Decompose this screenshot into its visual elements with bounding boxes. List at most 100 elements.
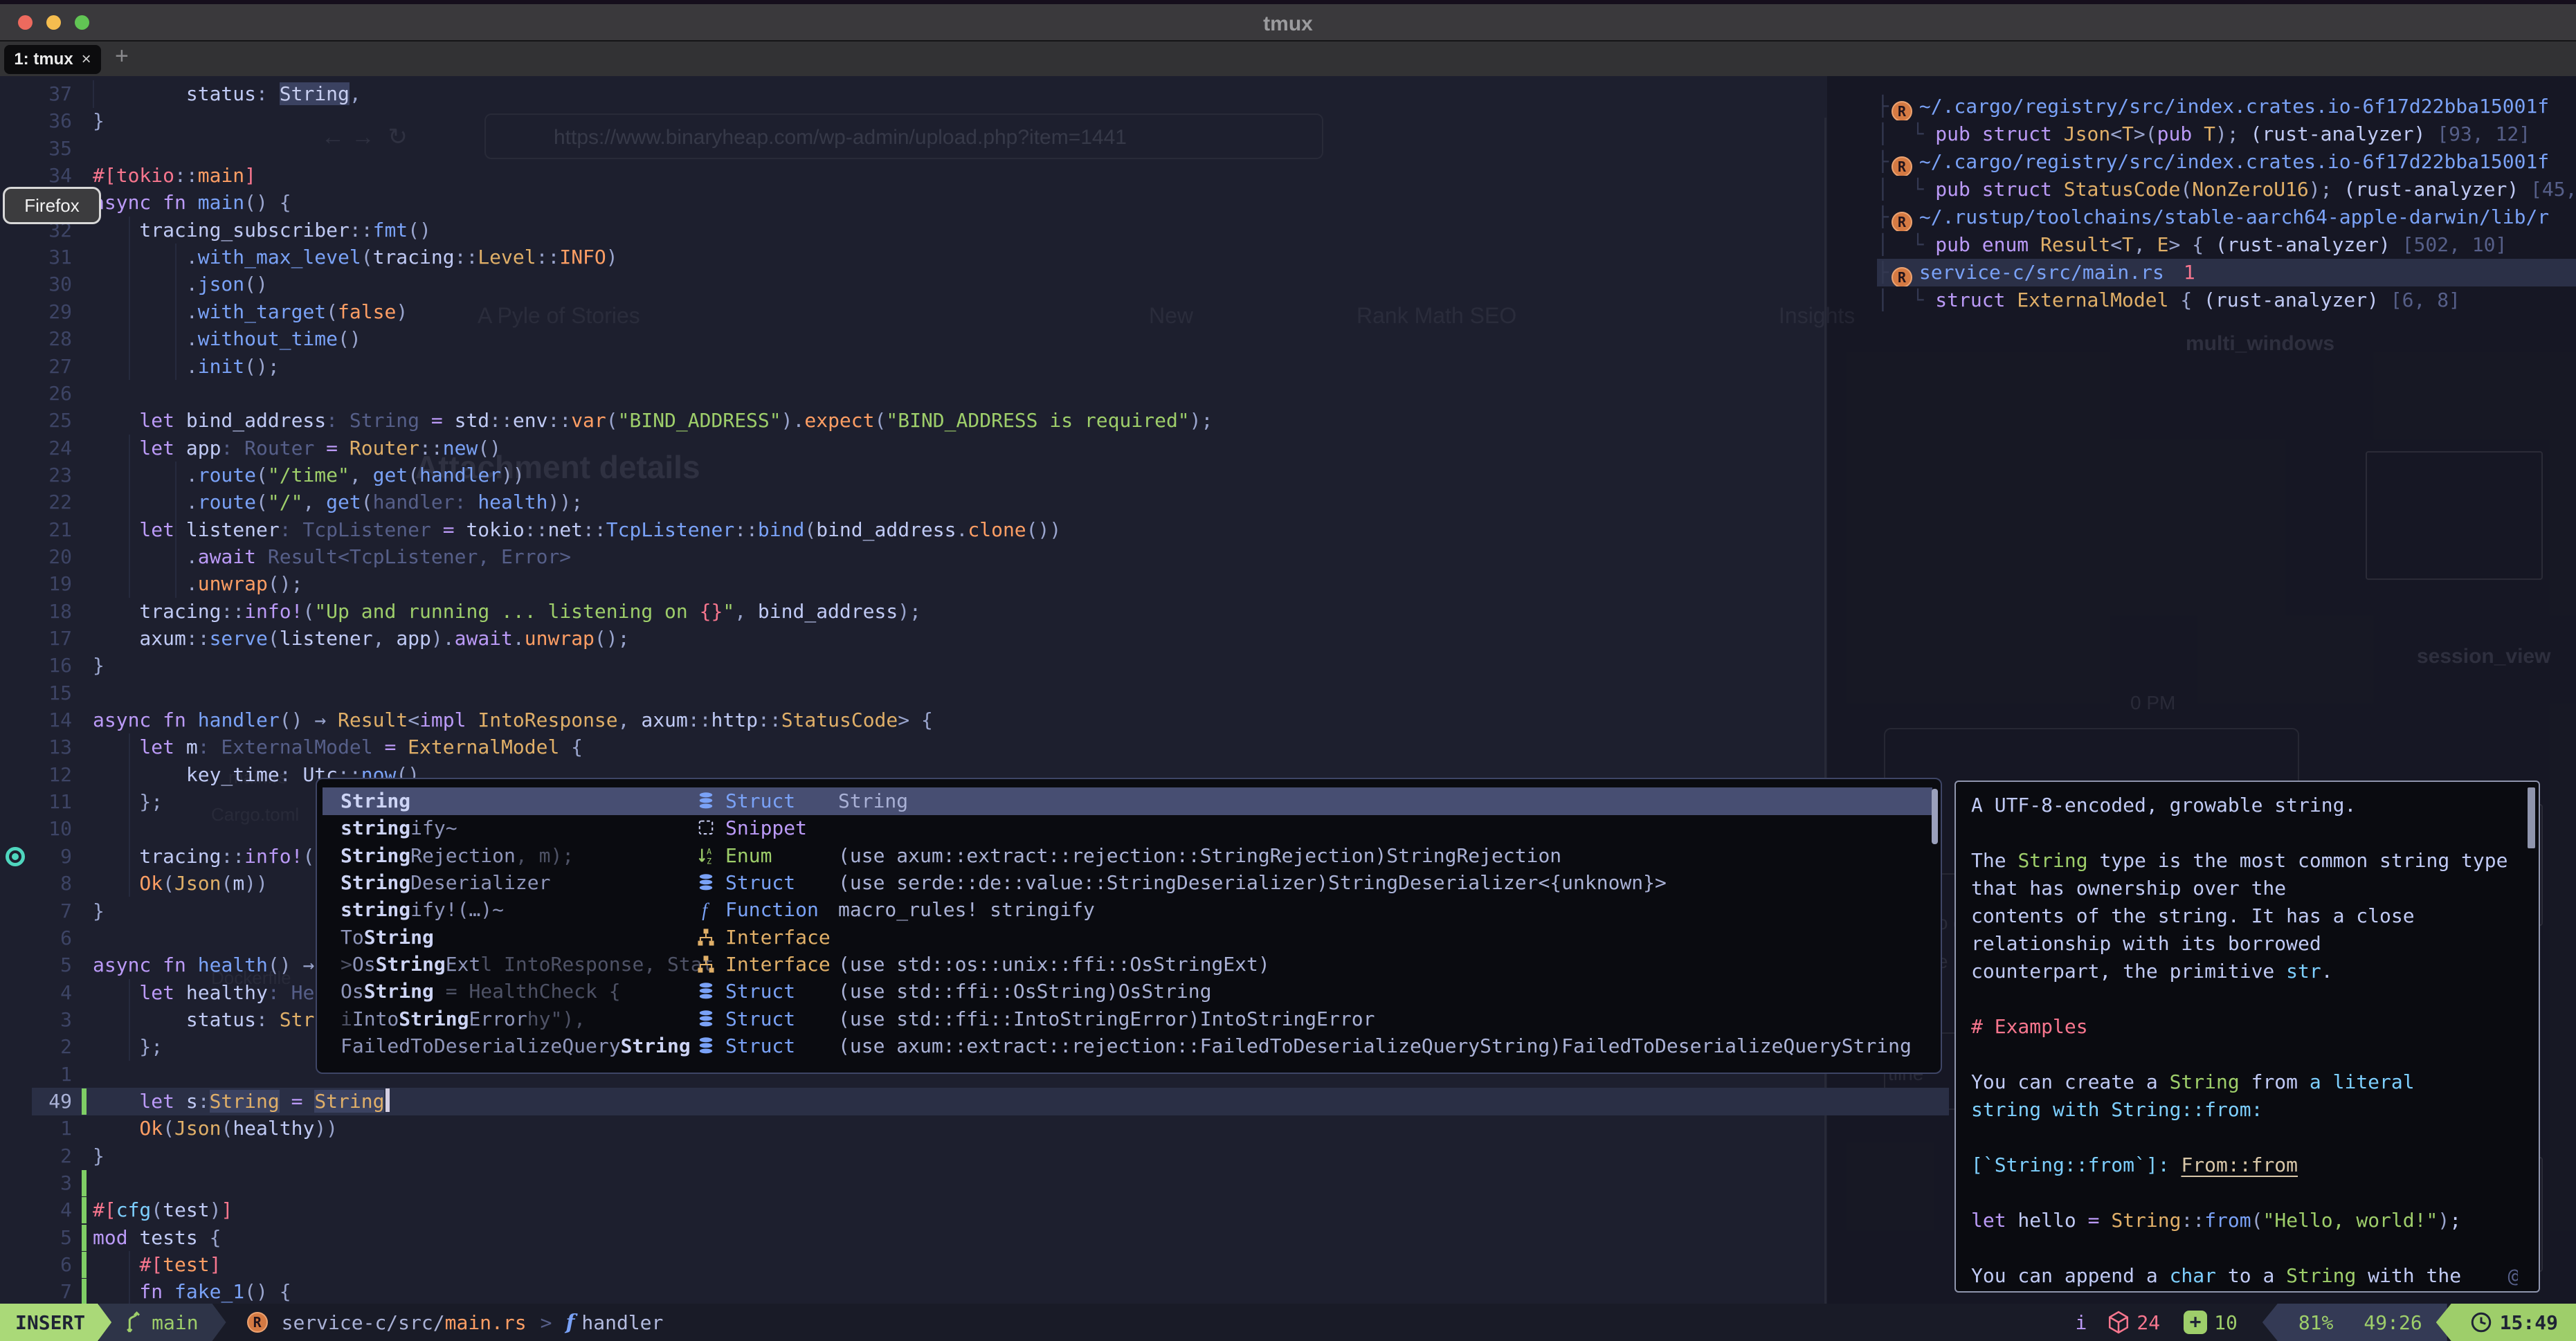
- code-line: 27 .init();: [0, 353, 2576, 381]
- symbol-row[interactable]: │ └ pub struct StatusCode(NonZeroU16); (…: [1877, 176, 2576, 203]
- line-number: 14: [0, 706, 72, 734]
- code-line: 25 let bind_address: String = std::env::…: [0, 407, 2576, 435]
- completion-item[interactable]: iIntoStringErrorhy"),Struct(use std::ffi…: [323, 1005, 1932, 1033]
- plus-icon: +: [2184, 1311, 2207, 1334]
- clock-segment: 15:49: [2436, 1304, 2576, 1341]
- enum-icon: AZ: [696, 846, 717, 866]
- svg-text:A: A: [707, 846, 711, 856]
- struct-icon: [696, 1009, 717, 1030]
- package-icon: [2107, 1311, 2130, 1334]
- line-number: 7: [0, 897, 72, 925]
- docs-line: that has ownership over the: [1971, 875, 2518, 902]
- line-number: 21: [0, 516, 72, 544]
- symbol-file-row[interactable]: ├R~/.cargo/registry/src/index.crates.io-…: [1877, 93, 2576, 120]
- completion-kind: Struct: [725, 978, 795, 1005]
- completion-item[interactable]: StringStructString: [323, 787, 1932, 815]
- docs-line: relationship with its borrowed: [1971, 930, 2518, 958]
- completion-item[interactable]: stringify~Snippet: [323, 814, 1932, 842]
- line-number: 8: [0, 870, 72, 897]
- rust-icon: R: [1892, 156, 1912, 176]
- rust-file-icon: R: [247, 1312, 268, 1333]
- completion-kind: Struct: [725, 869, 795, 897]
- clock-time: 15:49: [2500, 1311, 2558, 1334]
- docs-line: let hello = String::from("Hello, world!"…: [1971, 1207, 2518, 1234]
- snippet-icon: [696, 818, 717, 839]
- symbol-file-row[interactable]: ├R~/.rustup/toolchains/stable-aarch64-ap…: [1877, 203, 2576, 231]
- rust-icon: R: [1892, 267, 1912, 286]
- completion-kind: Interface: [725, 951, 831, 978]
- code-line: 23 .route("/time", get(handler)): [0, 462, 2576, 489]
- line-number: 2: [0, 1142, 72, 1170]
- struct-icon: [696, 873, 717, 893]
- code-line: 19 .unwrap();: [0, 570, 2576, 598]
- line-number: 17: [0, 625, 72, 653]
- symbol-file-row[interactable]: ├R~/.cargo/registry/src/index.crates.io-…: [1877, 148, 2576, 176]
- breakpoint-icon[interactable]: [6, 847, 25, 866]
- code-line: 14async fn handler() → Result<impl IntoR…: [0, 706, 2576, 734]
- docs-line: You can create a String from a literal: [1971, 1068, 2518, 1096]
- code-line: 21 let listener: TcpListener = tokio::ne…: [0, 516, 2576, 544]
- completion-kind: Interface: [725, 924, 831, 951]
- line-number: 13: [0, 733, 72, 761]
- docs-line: [1971, 1234, 2518, 1262]
- completion-detail: macro_rules! stringify: [838, 896, 1095, 924]
- line-number: 18: [0, 598, 72, 626]
- completion-scrollbar[interactable]: [1932, 789, 1938, 844]
- line-number: 27: [0, 353, 72, 381]
- completion-item[interactable]: FailedToDeserializeQueryStringStruct(use…: [323, 1032, 1932, 1060]
- code-line: 15: [0, 679, 2576, 707]
- line-number: 10: [0, 815, 72, 843]
- line-number: 26: [0, 380, 72, 408]
- struct-icon: [696, 791, 717, 812]
- line-number: 1: [0, 1061, 72, 1088]
- symbol-row[interactable]: │ └ struct ExternalModel { (rust-analyze…: [1877, 286, 2576, 314]
- completion-kind: Enum: [725, 842, 772, 870]
- function-icon: f: [565, 1311, 574, 1335]
- line-number: 22: [0, 489, 72, 516]
- line-number: 23: [0, 462, 72, 489]
- completion-item[interactable]: ToStringInterface: [323, 924, 1932, 951]
- completion-item[interactable]: StringDeserializerStruct(use serde::de::…: [323, 869, 1932, 897]
- info-badge: i: [2076, 1311, 2087, 1334]
- symbol-picker-panel: ├R~/.cargo/registry/src/index.crates.io-…: [1877, 93, 2576, 314]
- completion-item[interactable]: OsString = HealthCheck {Struct(use std::…: [323, 978, 1932, 1005]
- tab-tmux[interactable]: 1: tmux ×: [4, 45, 101, 74]
- symbol-row[interactable]: │ └ pub enum Result<T, E> { (rust-analyz…: [1877, 231, 2576, 259]
- new-tab-button[interactable]: +: [115, 43, 129, 70]
- code-line: 13 let m: ExternalModel = ExternalModel …: [0, 733, 2576, 761]
- completion-detail: (use std::ffi::OsString)OsString: [838, 978, 1211, 1005]
- docs-scrollbar[interactable]: [2528, 787, 2535, 848]
- rust-icon: R: [1892, 212, 1912, 231]
- tab-close-icon[interactable]: ×: [82, 50, 91, 69]
- completion-menu: StringStructStringstringify~SnippetStrin…: [316, 778, 1942, 1074]
- docs-line: The String type is the most common strin…: [1971, 847, 2518, 875]
- git-change-bar: [82, 1225, 87, 1251]
- line-number: 4: [0, 979, 72, 1007]
- line-number: 6: [0, 924, 72, 952]
- line-number: 49: [0, 1088, 72, 1115]
- git-change-bar: [82, 1252, 87, 1278]
- breadcrumb-file[interactable]: main.rs: [445, 1311, 527, 1334]
- completion-item[interactable]: >OsStringExtl IntoResponse, StatInterfac…: [323, 951, 1932, 978]
- editor-area[interactable]: https://www.binaryheap.com/wp-admin/uplo…: [0, 76, 2576, 1304]
- symbol-row[interactable]: │ └ pub struct Json<T>(pub T); (rust-ana…: [1877, 120, 2576, 148]
- completion-item[interactable]: StringRejection, m);AZEnum(use axum::ext…: [323, 842, 1932, 870]
- line-number: 12: [0, 761, 72, 789]
- docs-line: counterpart, the primitive str.: [1971, 958, 2518, 985]
- line-number: 20: [0, 543, 72, 571]
- window-title: tmux: [0, 12, 2576, 36]
- symbol-file-row[interactable]: ├Rservice-c/src/main.rs1: [1877, 259, 2576, 286]
- completion-detail: String: [838, 787, 908, 815]
- breadcrumb-dir: service-c/src/: [282, 1311, 445, 1334]
- docs-line: [`String::from`]: From::from: [1971, 1151, 2518, 1179]
- docs-line: # Examples: [1971, 1013, 2518, 1041]
- git-change-bar: [82, 1088, 87, 1115]
- docs-line: A UTF-8-encoded, growable string.: [1971, 792, 2518, 819]
- statusbar: INSERT main R service-c/src/main.rs > f …: [0, 1304, 2576, 1341]
- git-branch-segment[interactable]: main: [99, 1304, 226, 1341]
- line-number: 34: [0, 162, 72, 190]
- line-number: 4: [0, 1196, 72, 1224]
- docs-line: [1971, 1124, 2518, 1151]
- breadcrumb: R service-c/src/main.rs > f handler: [244, 1311, 664, 1335]
- completion-item[interactable]: stringify!(…)~fFunctionmacro_rules! stri…: [323, 896, 1932, 924]
